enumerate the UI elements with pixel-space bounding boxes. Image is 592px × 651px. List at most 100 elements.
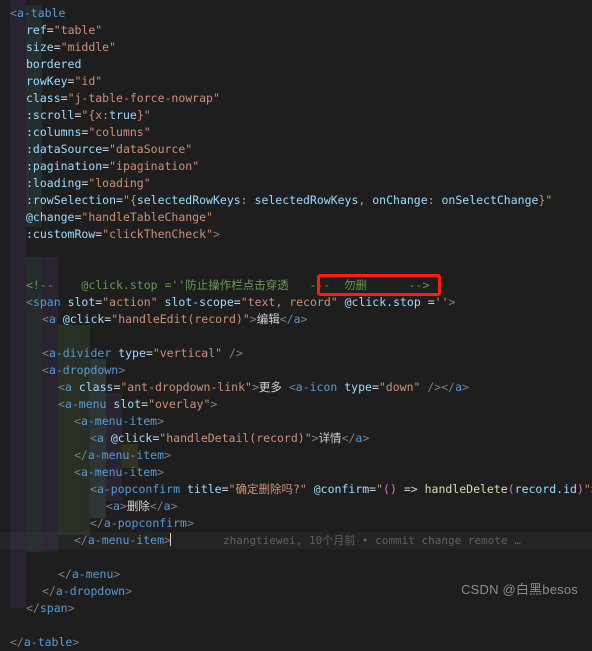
code-line[interactable]: <a-popconfirm title="确定删除吗?" @confirm="(… xyxy=(0,481,592,498)
code-token-str: "ant-dropdown-link" xyxy=(120,380,252,394)
code-token-pun: > xyxy=(300,312,308,326)
code-token-opr: = xyxy=(233,295,241,309)
code-token-attr: title xyxy=(186,482,222,496)
code-token-tag: a xyxy=(112,499,120,513)
code-line[interactable] xyxy=(0,617,592,634)
code-line[interactable]: </span> xyxy=(0,600,592,617)
code-line[interactable]: <a-menu-item> xyxy=(0,413,592,430)
code-token-cmt: <!-- @click.stop =''防止操作栏点击穿透 --- 勿删 --> xyxy=(26,278,430,292)
code-line[interactable]: <span slot="action" slot-scope="text, re… xyxy=(0,294,592,311)
code-token-opr: = xyxy=(46,23,54,37)
code-token-attr: type xyxy=(118,346,146,360)
code-token-pun: > xyxy=(212,227,220,241)
code-token-opr: = xyxy=(371,380,379,394)
code-token-brk: ) xyxy=(576,482,584,496)
code-token-attr: slot xyxy=(113,397,142,411)
code-line[interactable]: ref="table" xyxy=(0,22,592,39)
code-line[interactable]: </a-popconfirm> xyxy=(0,515,592,532)
code-token-tag: a-table xyxy=(16,6,66,20)
code-line[interactable]: </a-menu-item> xyxy=(0,447,592,464)
code-token-tag: a-menu-item xyxy=(87,448,165,462)
code-token-pun: < xyxy=(106,499,113,513)
code-token-attr: type xyxy=(344,380,372,394)
code-line[interactable]: @change="handleTableChange" xyxy=(0,209,592,226)
code-token-pun: </ xyxy=(10,635,24,649)
code-token-attr: @click xyxy=(62,312,105,326)
code-token-pun: /> xyxy=(229,346,243,360)
code-line[interactable]: size="middle" xyxy=(0,39,592,56)
code-token-pun: > xyxy=(186,516,194,530)
code-token-opr: = xyxy=(60,91,68,105)
code-token-attr: :scroll xyxy=(26,108,75,122)
code-line[interactable]: :dataSource="dataSource" xyxy=(0,141,592,158)
code-token-pun: > xyxy=(462,380,469,394)
code-token-pun: < xyxy=(74,465,81,479)
code-token-txt: 更多 xyxy=(258,380,289,394)
code-token-str: "clickThenCheck" xyxy=(102,227,213,241)
code-editor[interactable]: <a-table ref="table" size="middle" bordered… xyxy=(0,0,592,649)
code-token-pun: < xyxy=(42,312,49,326)
code-token-str: "down" xyxy=(378,380,421,394)
code-line[interactable] xyxy=(0,328,592,345)
code-line[interactable]: <a-menu-item> xyxy=(0,464,592,481)
code-line[interactable]: <a-divider type="vertical" /> xyxy=(0,345,592,362)
code-token-str: '' xyxy=(434,295,449,309)
code-line[interactable] xyxy=(0,260,592,277)
code-token-pun: > xyxy=(311,431,319,445)
git-blame-annotation[interactable]: zhangtiewei, 10个月前 • commit change remot… xyxy=(170,534,521,547)
code-line[interactable]: <a>删除</a> xyxy=(0,498,592,515)
code-token-pun: < xyxy=(74,414,81,428)
code-token-str: "middle" xyxy=(60,40,117,54)
code-token-pun: </ xyxy=(74,533,88,547)
code-line[interactable]: <a class="ant-dropdown-link">更多 <a-icon … xyxy=(0,379,592,396)
code-line[interactable] xyxy=(0,243,592,260)
code-token-attr: :columns xyxy=(26,125,82,139)
code-line[interactable]: :columns="columns" xyxy=(0,124,592,141)
code-line[interactable]: :rowSelection="{selectedRowKeys: selecte… xyxy=(0,192,592,209)
code-token-attr: class xyxy=(78,380,114,394)
code-line[interactable]: :scroll="{x:true}" xyxy=(0,107,592,124)
code-line[interactable]: :customRow="clickThenCheck"> xyxy=(0,226,592,243)
code-token-opr: = xyxy=(116,193,123,207)
code-token-attr: :pagination xyxy=(26,159,103,173)
code-token-pun: < xyxy=(42,363,49,377)
code-token-tag: a-divider xyxy=(48,346,112,360)
code-token-pun: </ xyxy=(149,499,164,513)
code-token-attr: @change xyxy=(26,210,75,224)
code-token-ident: onChange xyxy=(372,193,428,207)
code-line[interactable]: :pagination="ipagination" xyxy=(0,158,592,175)
code-line[interactable]: <!-- @click.stop =''防止操作栏点击穿透 --- 勿删 --> xyxy=(0,277,592,294)
code-line[interactable]: :loading="loading" xyxy=(0,175,592,192)
code-token-tag: a-menu-item xyxy=(80,414,158,428)
code-token-pun: </ xyxy=(26,601,40,615)
code-token-pun: > xyxy=(210,397,218,411)
code-line[interactable]: <a-menu slot="overlay"> xyxy=(0,396,592,413)
csdn-watermark: CSDN @白黑besos xyxy=(461,582,578,597)
code-line[interactable]: <a @click="handleDetail(record)">详情</a> xyxy=(0,430,592,447)
code-token-str: }" xyxy=(136,108,151,122)
code-token-ident: selectedRowKeys xyxy=(254,193,359,207)
code-token-opr: = xyxy=(420,295,435,309)
code-token-tag: a-dropdown xyxy=(55,584,126,598)
code-line[interactable]: <a @click="handleEdit(record)">编辑</a> xyxy=(0,311,592,328)
code-token-pun: > xyxy=(157,414,165,428)
code-token-pun: </ xyxy=(341,431,356,445)
code-token-pun: > xyxy=(119,499,127,513)
code-token-str: "vertical" xyxy=(152,346,223,360)
code-token-attr: rowKey xyxy=(26,74,68,88)
code-line[interactable] xyxy=(0,549,592,566)
code-token-str: "handleEdit(record)" xyxy=(111,312,250,326)
code-token-attr: @click.stop xyxy=(344,295,421,309)
code-line[interactable]: <a-dropdown> xyxy=(0,362,592,379)
code-token-ident: selectedRowKeys xyxy=(136,193,241,207)
code-line[interactable]: </a-table> xyxy=(0,634,592,651)
code-token-attr: slot-scope xyxy=(164,295,234,309)
code-line[interactable]: rowKey="id" xyxy=(0,73,592,90)
code-line[interactable]: class="j-table-force-nowrap" xyxy=(0,90,592,107)
code-line[interactable]: </a-menu-item> zhangtiewei, 10个月前 • comm… xyxy=(0,532,592,549)
code-line[interactable]: bordered xyxy=(0,56,592,73)
code-line[interactable]: <a-table xyxy=(0,5,592,22)
code-token-tag: a-menu-item xyxy=(87,533,165,547)
